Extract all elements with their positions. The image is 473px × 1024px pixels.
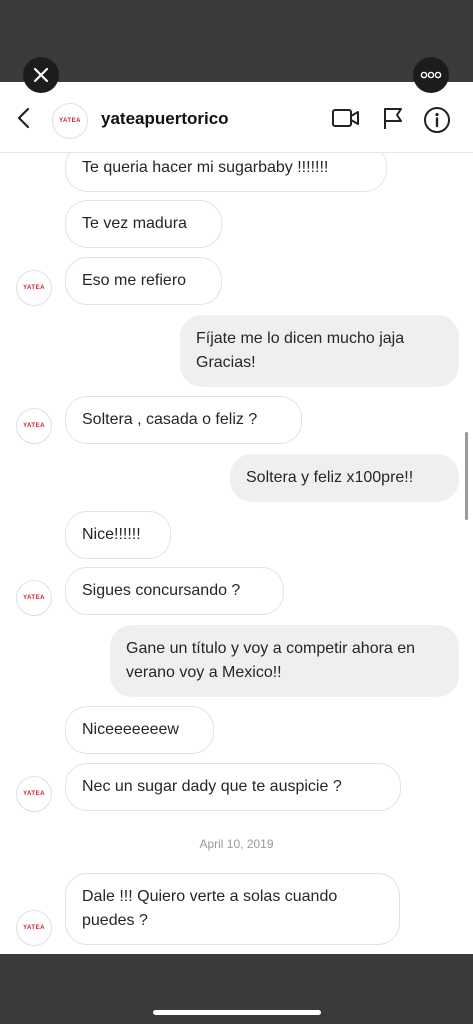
incoming-message[interactable]: Eso me refiero bbox=[65, 257, 222, 305]
chat-panel: YATEA yateapuertorico Te queria hacer mi… bbox=[0, 82, 473, 954]
video-camera-icon bbox=[332, 109, 359, 127]
chevron-left-icon bbox=[17, 107, 30, 129]
scrollbar[interactable] bbox=[465, 432, 468, 520]
sender-avatar[interactable]: YATEA bbox=[16, 270, 52, 306]
more-button[interactable] bbox=[413, 57, 449, 93]
sender-avatar[interactable]: YATEA bbox=[16, 408, 52, 444]
sender-avatar[interactable]: YATEA bbox=[16, 580, 52, 616]
report-button[interactable] bbox=[381, 106, 405, 135]
flag-icon bbox=[384, 108, 402, 129]
back-button[interactable] bbox=[14, 106, 34, 135]
incoming-message[interactable]: Dale !!! Quiero verte a solas cuando pue… bbox=[65, 873, 400, 945]
avatar-logo-text: YATEA bbox=[59, 118, 81, 124]
chat-header: YATEA yateapuertorico bbox=[0, 82, 473, 153]
profile-avatar[interactable]: YATEA bbox=[52, 103, 88, 139]
outgoing-message[interactable]: Soltera y feliz x100pre!! bbox=[230, 454, 459, 502]
incoming-message[interactable]: Nec un sugar dady que te auspicie ? bbox=[65, 763, 401, 811]
sender-avatar[interactable]: YATEA bbox=[16, 776, 52, 812]
incoming-message[interactable]: Nice!!!!!! bbox=[65, 511, 171, 559]
date-divider: April 10, 2019 bbox=[199, 837, 274, 851]
outgoing-message[interactable]: Gane un título y voy a competir ahora en… bbox=[110, 625, 459, 697]
chat-username[interactable]: yateapuertorico bbox=[101, 109, 229, 129]
close-icon bbox=[33, 67, 49, 83]
bottom-bar bbox=[0, 954, 473, 1024]
sender-avatar[interactable]: YATEA bbox=[16, 910, 52, 946]
incoming-message[interactable]: Niceeeeeeew bbox=[65, 706, 214, 754]
info-button[interactable] bbox=[423, 106, 451, 139]
home-indicator[interactable] bbox=[153, 1010, 321, 1015]
incoming-message[interactable]: Te vez madura bbox=[65, 200, 222, 248]
close-button[interactable] bbox=[23, 57, 59, 93]
incoming-message[interactable]: Sigues concursando ? bbox=[65, 567, 284, 615]
video-call-button[interactable] bbox=[331, 106, 361, 135]
info-icon bbox=[424, 107, 450, 133]
top-bar bbox=[0, 0, 473, 82]
more-icon bbox=[420, 71, 442, 79]
incoming-message[interactable]: Soltera , casada o feliz ? bbox=[65, 396, 302, 444]
outgoing-message[interactable]: Fíjate me lo dicen mucho jaja Gracias! bbox=[180, 315, 459, 387]
